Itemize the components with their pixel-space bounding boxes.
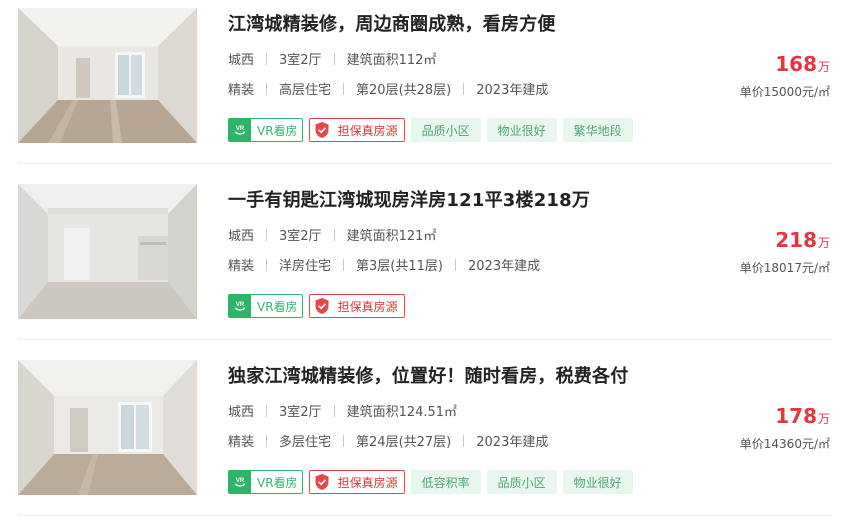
feature-tag: 物业很好 (486, 118, 557, 142)
unit-price: 单价14360元/㎡ (739, 437, 830, 451)
district: 城西 (228, 53, 255, 68)
listing-title[interactable]: 独家江湾城精装修，位置好！随时看房，税费各付 (228, 362, 628, 388)
decoration: 精装 (228, 83, 255, 98)
room-photo-image (18, 8, 197, 143)
feature-tag: 品质小区 (486, 470, 557, 494)
district: 城西 (228, 405, 255, 420)
listing-card[interactable]: 独家江湾城精装修，位置好！随时看房，税费各付 城西 3室2厅 建筑面积124.5… (0, 352, 860, 520)
svg-text:VR: VR (236, 302, 245, 308)
room-layout: 3室2厅 (279, 405, 322, 420)
room-layout: 3室2厅 (279, 229, 322, 244)
listing-tags: VR VR看房 担保真房源 品质小区 物业很好 繁华地段 (228, 118, 633, 142)
separator (266, 404, 268, 417)
separator (463, 434, 465, 447)
listing-basic-info: 城西 3室2厅 建筑面积121㎡ (228, 225, 436, 244)
listing-card[interactable]: 江湾城精装修，周边商圈成熟，看房方便 城西 3室2厅 建筑面积112㎡ 精装 高… (0, 0, 860, 176)
floor-level: 第20层(共28层) (356, 83, 452, 98)
room-layout: 3室2厅 (279, 53, 322, 68)
district: 城西 (228, 229, 255, 244)
feature-tag: 物业很好 (562, 470, 633, 494)
verified-listing-label: 担保真房源 (337, 475, 398, 490)
floor-area: 建筑面积112㎡ (346, 53, 437, 68)
vr-badge-icon: VR (229, 471, 251, 493)
feature-tag: 繁华地段 (562, 118, 633, 142)
decoration: 精装 (228, 435, 255, 450)
listing-title[interactable]: 江湾城精装修，周边商圈成熟，看房方便 (228, 10, 556, 36)
vr-tour-tag[interactable]: VR VR看房 (228, 470, 303, 494)
feature-tag: 品质小区 (410, 118, 481, 142)
vr-tour-label: VR看房 (257, 123, 298, 138)
total-price-value: 218 (775, 228, 817, 252)
listing-detail-info: 精装 多层住宅 第24层(共27层) 2023年建成 (228, 431, 548, 450)
separator (343, 258, 345, 271)
separator (333, 52, 335, 65)
build-year: 2023年建成 (476, 83, 549, 98)
total-price-unit: 万 (817, 412, 830, 426)
listing-photo[interactable] (18, 360, 197, 495)
verified-listing-label: 担保真房源 (337, 299, 398, 314)
vr-badge-icon: VR (229, 295, 251, 317)
total-price: 218万 (775, 228, 830, 252)
vr-tour-label: VR看房 (257, 475, 298, 490)
total-price-unit: 万 (817, 60, 830, 74)
listing-photo[interactable] (18, 8, 197, 143)
room-photo-image (18, 184, 197, 319)
separator (343, 82, 345, 95)
listing-photo[interactable] (18, 184, 197, 319)
unit-price: 单价15000元/㎡ (739, 85, 830, 99)
vr-tour-tag[interactable]: VR VR看房 (228, 118, 303, 142)
listing-tags: VR VR看房 担保真房源 低容积率 品质小区 物业很好 (228, 470, 633, 494)
verified-listing-tag[interactable]: 担保真房源 (308, 118, 405, 142)
floor-area: 建筑面积121㎡ (346, 229, 437, 244)
separator (343, 434, 345, 447)
vr-badge-icon: VR (229, 119, 251, 141)
listing-divider (18, 339, 832, 340)
unit-price: 单价18017元/㎡ (739, 261, 830, 275)
shield-check-icon (310, 471, 334, 493)
feature-tag: 低容积率 (410, 470, 481, 494)
svg-text:VR: VR (236, 478, 245, 484)
separator (455, 258, 456, 271)
separator (266, 434, 268, 447)
building-type: 多层住宅 (279, 435, 332, 450)
listing-title[interactable]: 一手有钥匙江湾城现房洋房121平3楼218万 (228, 186, 590, 212)
listing-basic-info: 城西 3室2厅 建筑面积112㎡ (228, 49, 436, 68)
separator (333, 228, 335, 241)
total-price: 168万 (775, 52, 830, 76)
floor-level: 第3层(共11层) (356, 259, 443, 274)
decoration: 精装 (228, 259, 255, 274)
listing-divider (18, 515, 832, 516)
separator (266, 82, 268, 95)
verified-listing-tag[interactable]: 担保真房源 (308, 470, 405, 494)
separator (463, 82, 465, 95)
floor-level: 第24层(共27层) (356, 435, 452, 450)
vr-tour-tag[interactable]: VR VR看房 (228, 294, 303, 318)
total-price-unit: 万 (817, 236, 830, 250)
separator (333, 404, 335, 417)
building-type: 高层住宅 (279, 83, 332, 98)
floor-area: 建筑面积124.51㎡ (346, 405, 458, 420)
total-price-value: 168 (775, 52, 817, 76)
vr-tour-label: VR看房 (257, 299, 298, 314)
separator (266, 258, 268, 271)
separator (266, 52, 268, 65)
listing-detail-info: 精装 洋房住宅 第3层(共11层) 2023年建成 (228, 255, 540, 274)
listing-detail-info: 精装 高层住宅 第20层(共28层) 2023年建成 (228, 79, 548, 98)
build-year: 2023年建成 (476, 435, 549, 450)
verified-listing-tag[interactable]: 担保真房源 (308, 294, 405, 318)
svg-text:VR: VR (236, 126, 245, 132)
shield-check-icon (310, 295, 334, 317)
total-price-value: 178 (775, 404, 817, 428)
verified-listing-label: 担保真房源 (337, 123, 398, 138)
build-year: 2023年建成 (468, 259, 541, 274)
listing-card[interactable]: 一手有钥匙江湾城现房洋房121平3楼218万 城西 3室2厅 建筑面积121㎡ … (0, 176, 860, 352)
listing-basic-info: 城西 3室2厅 建筑面积124.51㎡ (228, 401, 457, 420)
separator (266, 228, 268, 241)
room-photo-image (18, 360, 197, 495)
building-type: 洋房住宅 (279, 259, 332, 274)
total-price: 178万 (775, 404, 830, 428)
listing-tags: VR VR看房 担保真房源 (228, 294, 405, 318)
shield-check-icon (310, 119, 334, 141)
listing-divider (18, 163, 832, 164)
